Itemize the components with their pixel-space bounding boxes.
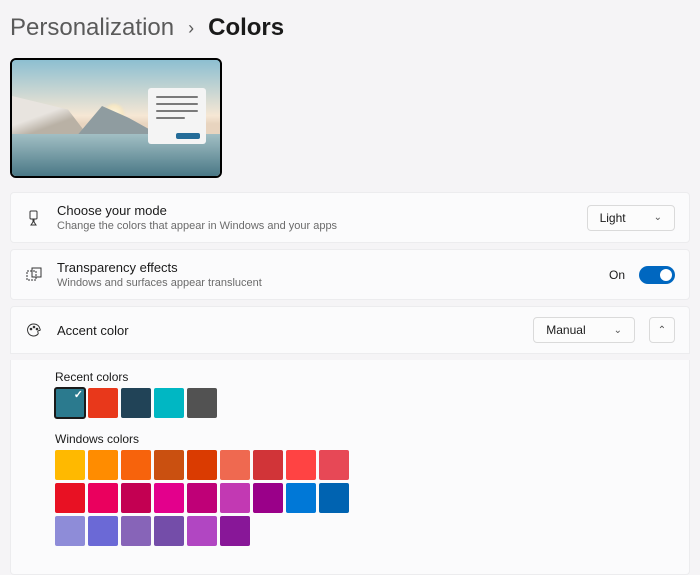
windows-color-swatch[interactable]: [55, 450, 85, 480]
mode-value: Light: [600, 211, 626, 225]
accent-select[interactable]: Manual ⌄: [533, 317, 635, 343]
recent-color-swatch[interactable]: [154, 388, 184, 418]
accent-value: Manual: [546, 323, 585, 337]
windows-color-swatch[interactable]: [286, 450, 316, 480]
accent-panel: Recent colors Windows colors: [10, 360, 690, 575]
windows-color-swatch[interactable]: [121, 516, 151, 546]
windows-color-swatch[interactable]: [319, 450, 349, 480]
windows-color-swatch[interactable]: [55, 483, 85, 513]
choose-mode-row: Choose your mode Change the colors that …: [10, 192, 690, 243]
breadcrumb: Personalization › Colors: [0, 0, 700, 50]
windows-color-swatch[interactable]: [220, 516, 250, 546]
chevron-down-icon: ⌄: [614, 325, 622, 336]
recent-color-swatch[interactable]: [121, 388, 151, 418]
transparency-icon: [25, 267, 43, 283]
accent-title: Accent color: [57, 323, 519, 338]
windows-color-swatch[interactable]: [220, 483, 250, 513]
page-title: Colors: [208, 14, 284, 42]
transparency-desc: Windows and surfaces appear translucent: [57, 277, 595, 289]
windows-color-swatch[interactable]: [253, 450, 283, 480]
chevron-down-icon: ⌄: [654, 212, 662, 223]
windows-color-swatch[interactable]: [88, 450, 118, 480]
transparency-row: Transparency effects Windows and surface…: [10, 249, 690, 300]
windows-color-swatch[interactable]: [88, 516, 118, 546]
mode-title: Choose your mode: [57, 203, 573, 218]
windows-color-swatch[interactable]: [187, 450, 217, 480]
recent-color-swatch[interactable]: [187, 388, 217, 418]
windows-color-swatch[interactable]: [121, 483, 151, 513]
windows-color-swatch[interactable]: [154, 516, 184, 546]
brush-icon: [25, 210, 43, 226]
recent-color-swatch[interactable]: [55, 388, 85, 418]
breadcrumb-parent[interactable]: Personalization: [10, 14, 174, 42]
windows-color-swatch[interactable]: [121, 450, 151, 480]
windows-swatches: [55, 450, 370, 546]
windows-color-swatch[interactable]: [55, 516, 85, 546]
windows-color-swatch[interactable]: [220, 450, 250, 480]
transparency-title: Transparency effects: [57, 260, 595, 275]
transparency-toggle[interactable]: [639, 266, 675, 284]
windows-color-swatch[interactable]: [253, 483, 283, 513]
accent-expand-button[interactable]: ⌃: [649, 317, 675, 343]
chevron-up-icon: ⌃: [658, 325, 666, 336]
chevron-right-icon: ›: [188, 18, 194, 39]
preview-window: [148, 88, 206, 144]
windows-color-swatch[interactable]: [319, 483, 349, 513]
recent-colors-label: Recent colors: [55, 370, 675, 384]
windows-color-swatch[interactable]: [88, 483, 118, 513]
windows-color-swatch[interactable]: [154, 483, 184, 513]
windows-color-swatch[interactable]: [286, 483, 316, 513]
windows-color-swatch[interactable]: [187, 483, 217, 513]
mode-desc: Change the colors that appear in Windows…: [57, 220, 573, 232]
transparency-state: On: [609, 268, 625, 282]
palette-icon: [25, 322, 43, 338]
windows-color-swatch[interactable]: [154, 450, 184, 480]
recent-color-swatch[interactable]: [88, 388, 118, 418]
desktop-preview: [10, 58, 222, 178]
mode-select[interactable]: Light ⌄: [587, 205, 675, 231]
windows-colors-label: Windows colors: [55, 432, 675, 446]
accent-row: Accent color Manual ⌄ ⌃: [10, 306, 690, 354]
recent-swatches: [55, 388, 675, 418]
windows-color-swatch[interactable]: [187, 516, 217, 546]
